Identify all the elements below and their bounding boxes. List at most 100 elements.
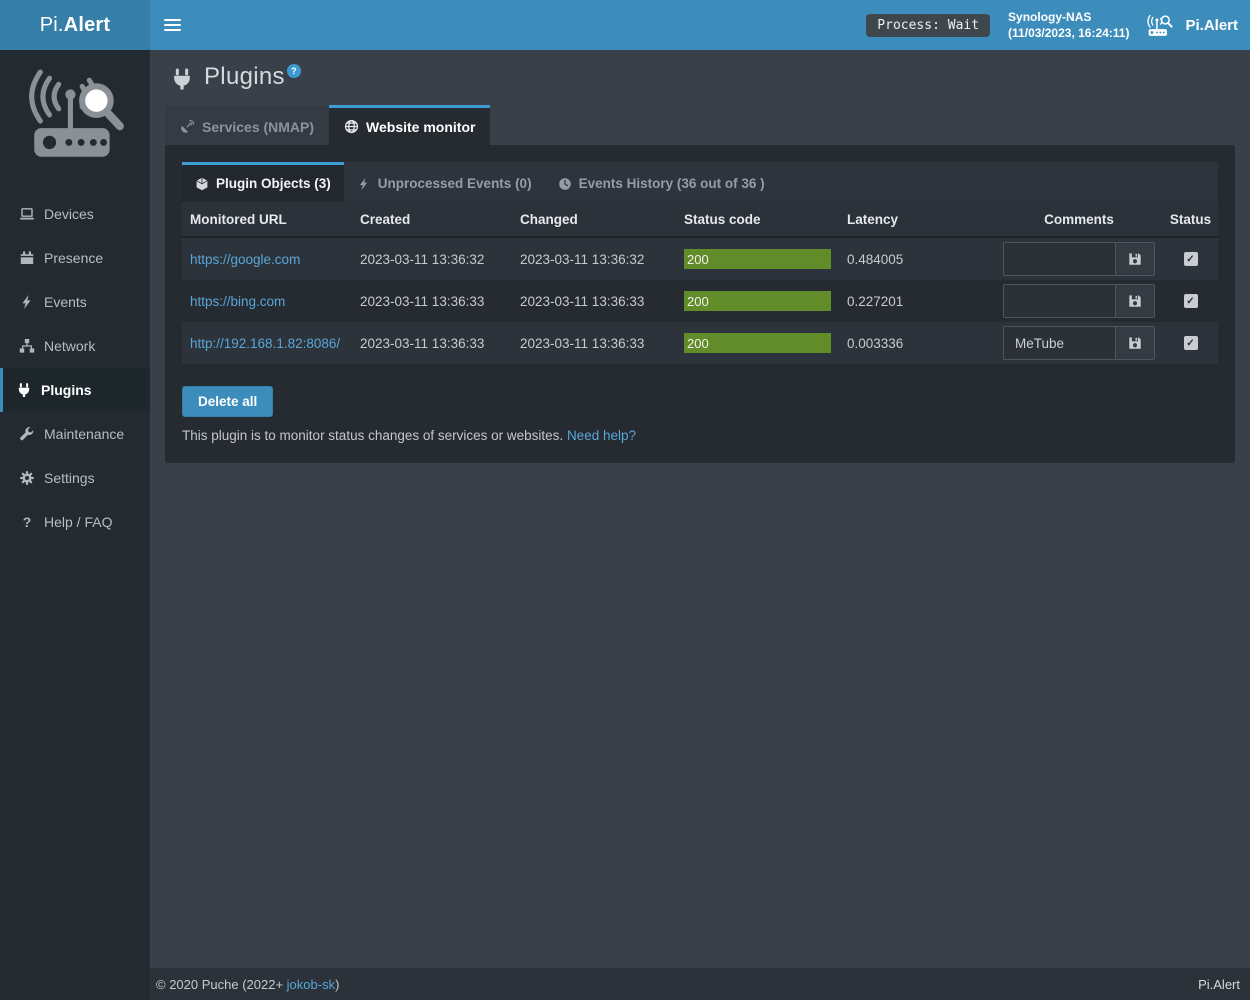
calendar-icon — [19, 250, 35, 266]
brand-prefix: Pi. — [40, 14, 64, 37]
tab-label: Website monitor — [366, 119, 475, 135]
column-header-latency: Latency — [839, 212, 995, 227]
tab-plugin-objects[interactable]: Plugin Objects (3) — [182, 162, 344, 202]
status-code-bar: 200 — [684, 333, 831, 353]
help-badge-icon[interactable]: ? — [287, 64, 301, 78]
monitored-urls-table: Monitored URL Created Changed Status cod… — [182, 202, 1218, 364]
plug-icon — [170, 67, 194, 91]
app-logo — [0, 50, 150, 190]
monitored-url-link[interactable]: http://192.168.1.82:8086/ — [190, 336, 340, 351]
hamburger-icon — [164, 19, 181, 21]
sidebar-item-help[interactable]: ? Help / FAQ — [0, 500, 150, 544]
table-header-row: Monitored URL Created Changed Status cod… — [182, 202, 1218, 238]
sidebar-item-network[interactable]: Network — [0, 324, 150, 368]
tab-services-nmap[interactable]: Services (NMAP) — [165, 105, 329, 145]
save-comment-button[interactable] — [1115, 327, 1154, 359]
sitemap-icon — [19, 338, 35, 354]
floppy-save-icon — [1128, 252, 1142, 266]
process-status-badge: Process: Wait — [866, 14, 990, 37]
navbar-right: Process: Wait Synology-NAS (11/03/2023, … — [866, 9, 1250, 41]
sidebar-item-events[interactable]: Events — [0, 280, 150, 324]
created-cell: 2023-03-11 13:36:32 — [352, 252, 512, 267]
latency-cell: 0.484005 — [839, 252, 995, 267]
save-comment-button[interactable] — [1115, 243, 1154, 275]
status-checkbox[interactable] — [1184, 294, 1198, 308]
status-code-bar: 200 — [684, 249, 831, 269]
tab-label: Unprocessed Events (0) — [378, 176, 532, 191]
need-help-link[interactable]: Need help? — [567, 428, 636, 443]
changed-cell: 2023-03-11 13:36:33 — [512, 294, 676, 309]
navbar-app-brand[interactable]: Pi.Alert — [1147, 12, 1238, 38]
clock-icon — [558, 177, 572, 191]
gear-icon — [19, 470, 35, 486]
column-header-status-code: Status code — [676, 212, 839, 227]
footer-copyright: © 2020 Puche (2022+ jokob-sk) — [156, 977, 339, 992]
copyright-suffix: ) — [335, 977, 339, 992]
host-name: Synology-NAS — [1008, 9, 1129, 25]
monitored-url-link[interactable]: https://google.com — [190, 252, 300, 267]
sidebar-item-presence[interactable]: Presence — [0, 236, 150, 280]
brand-name: Alert — [64, 14, 111, 37]
created-cell: 2023-03-11 13:36:33 — [352, 336, 512, 351]
floppy-save-icon — [1128, 336, 1142, 350]
column-header-changed: Changed — [512, 212, 676, 227]
satellite-dish-icon — [180, 119, 195, 134]
sidebar-item-label: Settings — [44, 470, 95, 486]
tab-events-history[interactable]: Events History (36 out of 36 ) — [545, 162, 778, 202]
page-header: Plugins ? — [150, 50, 1250, 91]
page-title: Plugins — [204, 63, 285, 91]
comment-input-group — [1003, 242, 1155, 276]
delete-all-button[interactable]: Delete all — [182, 386, 273, 417]
footer: © 2020 Puche (2022+ jokob-sk) Pi.Alert — [150, 968, 1250, 1000]
plugin-content-tabs: Plugin Objects (3) Unprocessed Events (0… — [182, 162, 1218, 202]
host-timestamp: (11/03/2023, 16:24:11) — [1008, 25, 1129, 41]
navbar-app-name: Pi.Alert — [1185, 17, 1238, 34]
sidebar-toggle-button[interactable] — [150, 0, 195, 50]
created-cell: 2023-03-11 13:36:33 — [352, 294, 512, 309]
comment-input[interactable] — [1004, 243, 1115, 275]
sidebar-item-label: Help / FAQ — [44, 514, 112, 530]
pialert-app: Pi.Alert — [0, 0, 1250, 1000]
sidebar-item-devices[interactable]: Devices — [0, 192, 150, 236]
website-monitor-panel: Plugin Objects (3) Unprocessed Events (0… — [165, 145, 1235, 463]
sidebar-item-settings[interactable]: Settings — [0, 456, 150, 500]
sidebar-item-plugins[interactable]: Plugins — [0, 368, 150, 412]
sidebar-item-label: Network — [44, 338, 95, 354]
column-header-monitored-url: Monitored URL — [182, 212, 352, 227]
comment-input[interactable] — [1004, 327, 1115, 359]
router-search-mini-icon — [1147, 12, 1177, 38]
changed-cell: 2023-03-11 13:36:33 — [512, 336, 676, 351]
sidebar-item-label: Events — [44, 294, 87, 310]
top-navbar: Process: Wait Synology-NAS (11/03/2023, … — [150, 0, 1250, 50]
copyright-text: © 2020 Puche (2022+ — [156, 977, 287, 992]
latency-cell: 0.227201 — [839, 294, 995, 309]
sidebar-menu: Devices Presence Events Network Plugins … — [0, 192, 150, 544]
monitored-url-link[interactable]: https://bing.com — [190, 294, 285, 309]
table-row: https://google.com 2023-03-11 13:36:32 2… — [182, 238, 1218, 280]
bolt-icon — [19, 294, 35, 310]
wrench-icon — [19, 426, 35, 442]
sidebar-item-maintenance[interactable]: Maintenance — [0, 412, 150, 456]
tab-website-monitor[interactable]: Website monitor — [329, 105, 490, 145]
globe-icon — [344, 119, 359, 134]
plugin-description: This plugin is to monitor status changes… — [182, 428, 1218, 443]
comment-input[interactable] — [1004, 285, 1115, 317]
status-checkbox[interactable] — [1184, 336, 1198, 350]
column-header-created: Created — [352, 212, 512, 227]
status-checkbox[interactable] — [1184, 252, 1198, 266]
tab-label: Events History (36 out of 36 ) — [579, 176, 765, 191]
footer-app-name: Pi.Alert — [1198, 977, 1242, 992]
jokob-sk-link[interactable]: jokob-sk — [287, 977, 335, 992]
sidebar-item-label: Devices — [44, 206, 94, 222]
tab-label: Services (NMAP) — [202, 119, 314, 135]
sidebar-item-label: Presence — [44, 250, 103, 266]
table-row: http://192.168.1.82:8086/ 2023-03-11 13:… — [182, 322, 1218, 364]
laptop-icon — [19, 206, 35, 222]
tab-unprocessed-events[interactable]: Unprocessed Events (0) — [344, 162, 545, 202]
save-comment-button[interactable] — [1115, 285, 1154, 317]
plugin-tabs: Services (NMAP) Website monitor — [165, 105, 1235, 145]
floppy-save-icon — [1128, 294, 1142, 308]
sidebar: Pi.Alert — [0, 0, 150, 1000]
brand-logo[interactable]: Pi.Alert — [0, 0, 150, 50]
status-code-bar: 200 — [684, 291, 831, 311]
